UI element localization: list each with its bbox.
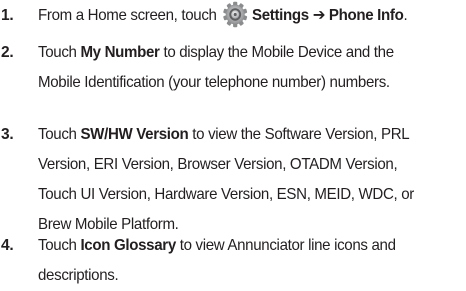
- step-number: 1.: [1, 7, 14, 24]
- step-number: 3.: [1, 126, 14, 143]
- text-run: Version, ERI Version, Browser Version, O…: [38, 156, 398, 173]
- text-run: Mobile Identification (your telephone nu…: [38, 74, 390, 91]
- text-run: ➔: [308, 7, 329, 24]
- step-number: 2.: [1, 44, 14, 61]
- text-run: Touch: [38, 126, 81, 143]
- step-text-line: Touch SW/HW Version to view the Software…: [38, 120, 447, 150]
- text-run: descriptions.: [38, 267, 119, 284]
- bold-term: SW/HW Version: [80, 126, 189, 143]
- bold-term: Settings: [251, 7, 309, 24]
- step-text-line: From a Home screen, touch Settings ➔ Pho…: [38, 1, 447, 31]
- step-text-line: Touch My Number to display the Mobile De…: [38, 38, 447, 68]
- bold-term: My Number: [80, 44, 160, 61]
- step-text-line: Touch Icon Glossary to view Annunciator …: [38, 231, 447, 261]
- step-text-line: Touch UI Version, Hardware Version, ESN,…: [38, 180, 447, 210]
- step-number: 4.: [1, 237, 14, 254]
- text-run: to view the Software Version, PRL: [188, 126, 410, 143]
- text-run: Touch UI Version, Hardware Version, ESN,…: [38, 186, 415, 203]
- text-run: From a Home screen, touch: [38, 7, 221, 24]
- bold-term: Phone Info: [328, 7, 404, 24]
- text-run: Touch: [38, 237, 81, 254]
- text-run: .: [403, 7, 408, 24]
- text-run: to view Annunciator line icons and: [175, 237, 396, 254]
- step-text-line: descriptions.: [38, 261, 447, 291]
- step-text-line: Mobile Identification (your telephone nu…: [38, 68, 447, 98]
- text-run: Touch: [38, 44, 81, 61]
- step-text-line: Version, ERI Version, Browser Version, O…: [38, 150, 447, 180]
- bold-term: Icon Glossary: [80, 237, 176, 254]
- settings-gear-icon: [223, 1, 248, 28]
- text-run: to display the Mobile Device and the: [159, 44, 394, 61]
